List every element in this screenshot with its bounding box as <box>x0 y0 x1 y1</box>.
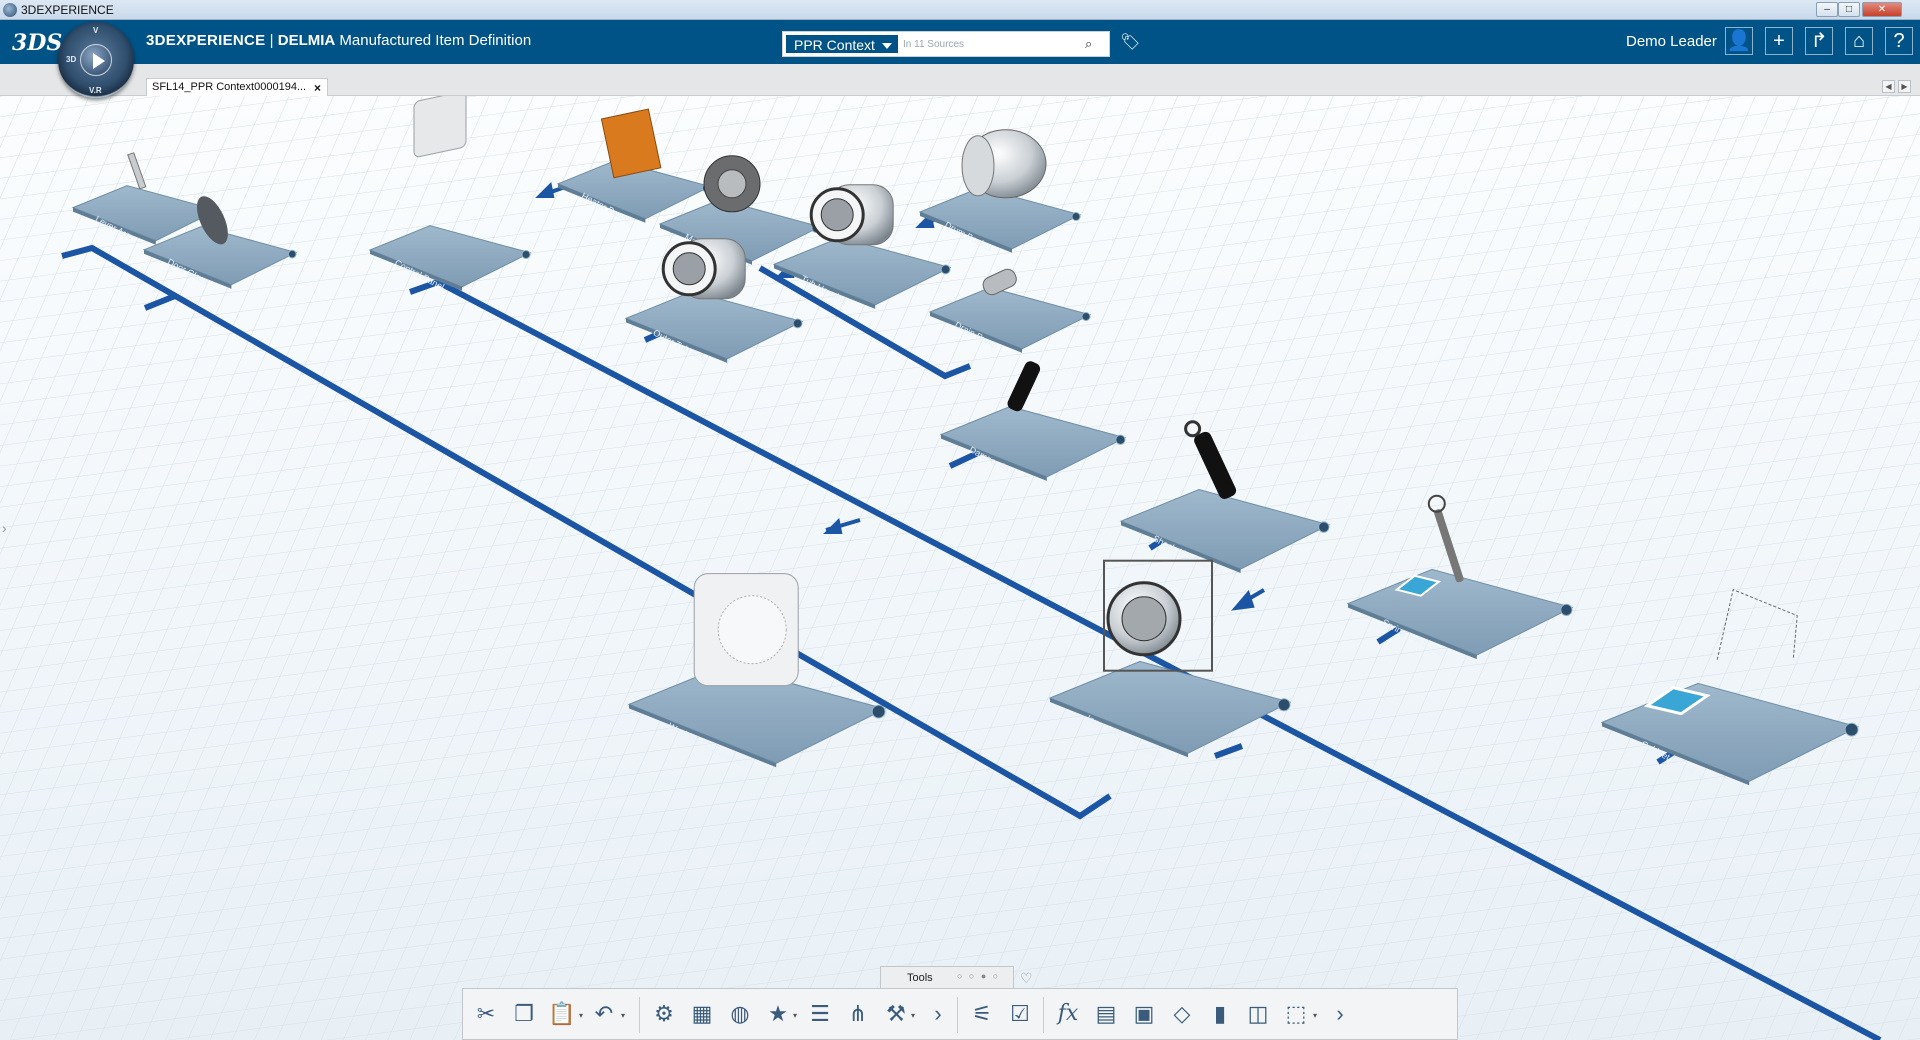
manufacture-icon[interactable]: ⚙ <box>649 997 679 1031</box>
search-input[interactable] <box>903 35 1073 53</box>
brand-company: 3DEXPERIENCE <box>146 32 266 49</box>
node-handle-icon[interactable] <box>1277 698 1291 712</box>
window-titlebar: 3DEXPERIENCE – □ ✕ <box>0 0 1920 20</box>
bar-icon[interactable]: ▮ <box>1205 997 1235 1031</box>
compass-widget[interactable]: V 3D V.R <box>58 22 134 98</box>
search-context-label: PPR Context <box>794 37 875 53</box>
settings-dropdown-icon[interactable]: ▾ <box>911 1011 921 1021</box>
toolbar-separator <box>639 997 640 1033</box>
tools-tab-label: Tools <box>907 972 933 984</box>
chevron-right-icon[interactable]: › <box>2 520 7 536</box>
window-title: 3DEXPERIENCE <box>21 3 114 17</box>
globe-icon[interactable]: ◍ <box>725 997 755 1031</box>
heart-icon[interactable]: ♡ <box>1020 970 1033 987</box>
node-handle-icon[interactable] <box>871 704 886 719</box>
user-icon[interactable]: 👤 <box>1725 27 1753 55</box>
tab-scroll-left-icon[interactable]: ◀ <box>1882 80 1895 93</box>
formula-icon[interactable]: fx <box>1053 997 1083 1031</box>
view-icon[interactable]: ⬚ <box>1281 997 1311 1031</box>
tab-label: SFL14_PPR Context0000194... <box>152 81 307 93</box>
tub-icon <box>661 238 746 300</box>
toolbar-separator <box>957 997 958 1033</box>
copy-icon[interactable]: ❐ <box>509 997 539 1031</box>
toolbar-separator <box>1043 997 1044 1033</box>
node-handle-icon[interactable] <box>1560 603 1573 617</box>
3d-viewport[interactable]: Lever Arm Door Glass Control Panel Heater B… <box>0 96 1920 1040</box>
share-icon[interactable]: ↱ <box>1805 27 1833 55</box>
document-tab-bar: SFL14_PPR Context0000194... × <box>0 64 1920 96</box>
node-handle-icon[interactable] <box>1844 722 1859 737</box>
washer-icon <box>693 573 799 687</box>
app-logo-icon <box>3 3 17 17</box>
tools-tab[interactable]: Tools ○ ○ ● ○ <box>880 966 1014 988</box>
settings-icon[interactable]: ⚒ <box>881 997 911 1031</box>
search-context-dropdown[interactable]: PPR Context <box>785 34 899 54</box>
scope-icon[interactable]: ⚟ <box>967 997 997 1031</box>
structure-icon[interactable]: ⋔ <box>843 997 873 1031</box>
brand-product: DELMIA <box>277 32 336 49</box>
play-icon[interactable] <box>80 44 112 76</box>
undo-icon[interactable]: ↶ <box>589 997 619 1031</box>
search-bar: PPR Context ⌕ <box>782 31 1110 57</box>
list-icon[interactable]: ☰ <box>805 997 835 1031</box>
compass-label-top: V <box>93 26 99 35</box>
more-icon[interactable]: › <box>923 997 953 1031</box>
favorite-dropdown-icon[interactable]: ▾ <box>793 1011 803 1021</box>
split-icon[interactable]: ◫ <box>1243 997 1273 1031</box>
tab-ppr-context[interactable]: SFL14_PPR Context0000194... × <box>146 78 328 96</box>
app-brand: 3DEXPERIENCE | DELMIA Manufactured Item … <box>146 32 531 49</box>
tub-icon <box>809 184 894 246</box>
scene-canvas[interactable]: Lever ArmDoor Glass Control PanelHeater B… <box>0 96 1920 1040</box>
node-handle-icon[interactable] <box>1071 212 1081 221</box>
brand-separator: | <box>269 32 274 49</box>
tools-section-dots[interactable]: ○ ○ ● ○ <box>957 971 1000 981</box>
more-icon-2[interactable]: › <box>1325 997 1355 1031</box>
node-handle-icon[interactable] <box>940 264 951 275</box>
node-handle-icon[interactable] <box>1318 521 1330 533</box>
motor-icon <box>703 155 761 213</box>
assign-icon[interactable]: ▦ <box>687 997 717 1031</box>
check-icon[interactable]: ☑ <box>1005 997 1035 1031</box>
home-icon[interactable]: ⌂ <box>1845 27 1873 55</box>
maximize-button[interactable]: □ <box>1838 2 1860 17</box>
node-handle-icon[interactable] <box>792 318 803 329</box>
undo-dropdown-icon[interactable]: ▾ <box>621 1011 631 1021</box>
table-icon[interactable]: ▤ <box>1091 997 1121 1031</box>
node-handle-icon[interactable] <box>1115 434 1126 445</box>
compass-label-left: 3D <box>66 55 77 64</box>
cut-icon[interactable]: ✂ <box>471 997 501 1031</box>
chevron-down-icon <box>882 43 892 49</box>
tag-icon[interactable]: 🏷 <box>1120 32 1140 51</box>
user-name[interactable]: Demo Leader <box>1626 33 1717 50</box>
node-handle-icon[interactable] <box>521 250 531 259</box>
search-icon[interactable]: ⌕ <box>1085 36 1105 52</box>
close-window-button[interactable]: ✕ <box>1862 2 1902 17</box>
properties-icon[interactable]: ▣ <box>1129 997 1159 1031</box>
app-header: 3DS 3DEXPERIENCE | DELMIA Manufactured I… <box>0 20 1920 64</box>
brand-app-name: Manufactured Item Definition <box>339 32 532 49</box>
add-icon[interactable]: + <box>1765 27 1793 55</box>
panel-icon <box>413 96 467 158</box>
dassault-logo-icon: 3DS <box>12 30 63 56</box>
minimize-button[interactable]: – <box>1816 2 1838 17</box>
node-handle-icon[interactable] <box>287 249 297 259</box>
floor-grid <box>0 96 1920 1040</box>
compass-label-bottom: V.R <box>89 86 102 95</box>
drum-icon <box>961 129 1047 199</box>
tab-scroll-right-icon[interactable]: ▶ <box>1898 80 1911 93</box>
shape-icon[interactable]: ◇ <box>1167 997 1197 1031</box>
close-icon[interactable]: × <box>314 80 321 96</box>
help-icon[interactable]: ? <box>1885 27 1913 55</box>
favorite-icon[interactable]: ★ <box>763 997 793 1031</box>
node-handle-icon[interactable] <box>1081 312 1091 321</box>
paste-icon[interactable]: 📋 <box>547 997 577 1031</box>
view-dropdown-icon[interactable]: ▾ <box>1313 1011 1323 1021</box>
action-toolbar: ✂ ❐ 📋 ▾ ↶ ▾ ⚙ ▦ ◍ ★ ▾ ☰ ⋔ ⚒ ▾ › ⚟ ☑ fx ▤… <box>462 988 1458 1040</box>
paste-dropdown-icon[interactable]: ▾ <box>579 1011 589 1021</box>
